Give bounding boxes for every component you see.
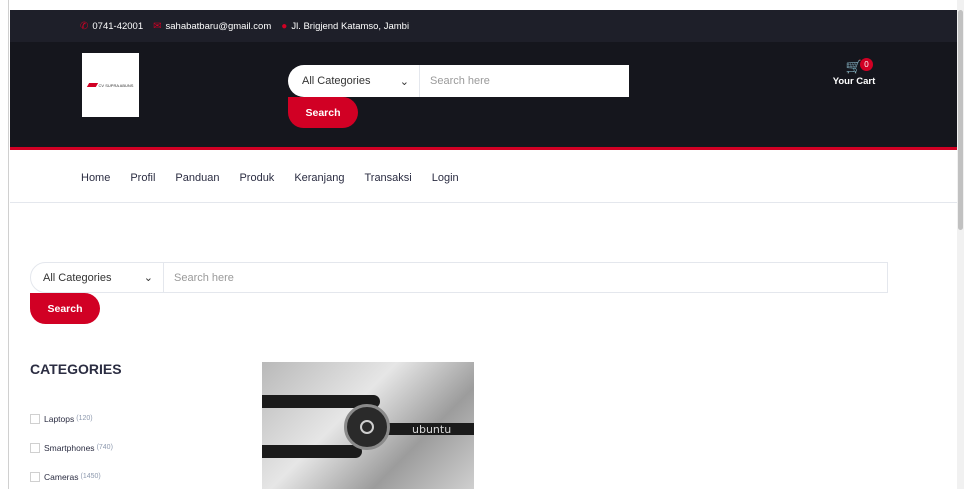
logo[interactable]: CV SUPRA ABUNS [82,53,139,117]
category-count: (1450) [80,473,101,480]
header-search-button[interactable]: Search [288,97,358,128]
ubuntu-logo-inner [360,420,374,434]
logo-text: CV SUPRA ABUNS [98,82,134,88]
category-item-smartphones[interactable]: Smartphones (740) [30,433,113,462]
main-search-form: All Categories ⌄ Search here [30,262,888,293]
main-navigation: Home Profil Panduan Produk Keranjang Tra… [10,153,957,203]
chevron-down-icon: ⌄ [399,75,409,88]
categories-title: CATEGORIES [30,361,122,377]
header-search-form: All Categories ⌄ Search here [288,65,629,97]
email-text: sahabatbaru@gmail.com [165,20,272,32]
main-category-select[interactable]: All Categories ⌄ [31,263,164,292]
product-image[interactable]: ubuntu [262,362,474,489]
phone-icon: ✆ [80,20,89,32]
phone-text: 0741-42001 [92,20,144,32]
map-marker-icon: ● [281,20,288,32]
nav-home[interactable]: Home [81,172,110,184]
nav-transaksi[interactable]: Transaksi [364,172,411,184]
top-contact-bar: ✆ 0741-42001 ✉ sahabatbaru@gmail.com ● J… [10,10,957,42]
cart-count-badge: 0 [860,58,873,71]
product-image-text: ubuntu [412,423,452,436]
header-search-input[interactable]: Search here [420,75,629,87]
category-item-laptops[interactable]: Laptops (120) [30,404,113,433]
header-category-select[interactable]: All Categories ⌄ [288,65,420,97]
categories-list: Laptops (120) Smartphones (740) Cameras … [30,404,113,489]
category-label: Cameras [44,471,79,482]
category-count: (120) [76,415,93,422]
nav-login[interactable]: Login [432,172,459,184]
main-search-input[interactable]: Search here [164,272,887,284]
checkbox[interactable] [30,413,40,424]
header-category-value: All Categories [302,75,371,87]
page-scrollbar[interactable] [957,0,964,489]
scrollbar-thumb[interactable] [958,10,963,230]
logo-slash-icon [86,83,98,87]
address-info[interactable]: ● Jl. Brigjend Katamso, Jambi [281,21,409,32]
main-search-button[interactable]: Search [30,293,100,324]
cart-label: Your Cart [832,76,876,87]
product-image-stripe [262,445,362,458]
page: ✆ 0741-42001 ✉ sahabatbaru@gmail.com ● J… [0,0,964,489]
nav-keranjang[interactable]: Keranjang [294,172,344,184]
ubuntu-logo-icon [344,404,390,450]
category-item-cameras[interactable]: Cameras (1450) [30,462,113,489]
envelope-icon: ✉ [153,20,162,32]
category-label: Smartphones [44,442,95,453]
phone-info[interactable]: ✆ 0741-42001 [80,21,143,32]
chevron-down-icon: ⌄ [143,272,153,284]
nav-produk[interactable]: Produk [239,172,274,184]
main-header: CV SUPRA ABUNS All Categories ⌄ Search h… [10,42,957,150]
checkbox[interactable] [30,471,40,482]
main-category-value: All Categories [43,271,112,284]
nav-panduan[interactable]: Panduan [175,172,219,184]
category-count: (740) [96,444,113,451]
category-label: Laptops [44,413,75,424]
logo-mark: CV SUPRA ABUNS [86,82,134,88]
address-text: Jl. Brigjend Katamso, Jambi [291,20,410,32]
checkbox[interactable] [30,442,40,453]
window-edge [0,0,9,489]
email-info[interactable]: ✉ sahabatbaru@gmail.com [153,21,271,32]
cart-button[interactable]: 🛒 0 Your Cart [832,58,876,87]
nav-profil[interactable]: Profil [130,172,155,184]
